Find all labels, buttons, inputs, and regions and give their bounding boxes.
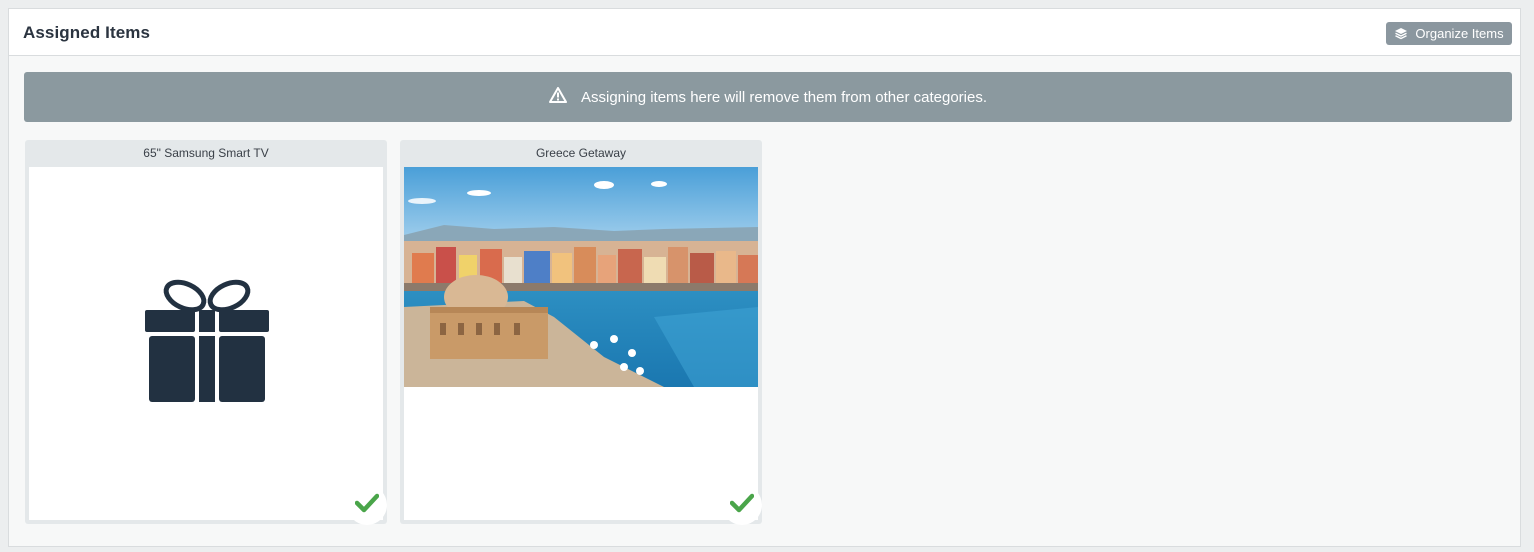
item-title: Greece Getaway <box>535 146 627 160</box>
item-title: 65" Samsung Smart TV <box>143 146 269 160</box>
alert-message: Assigning items here will remove them fr… <box>581 88 987 106</box>
panel-header: Assigned Items Organize Items <box>9 9 1520 56</box>
item-image-area <box>29 167 383 520</box>
warning-alert: Assigning items here will remove them fr… <box>24 72 1512 122</box>
gift-icon <box>145 279 269 410</box>
item-card[interactable]: Greece Getaway <box>400 140 762 525</box>
layers-icon <box>1394 27 1408 40</box>
assigned-check-badge <box>347 485 387 525</box>
item-image-area <box>404 167 758 520</box>
harbor-photo <box>404 167 758 387</box>
assigned-items-panel: Assigned Items Organize Items Assigning … <box>8 8 1521 547</box>
organize-items-button[interactable]: Organize Items <box>1386 22 1512 45</box>
warning-icon <box>549 87 567 107</box>
checkmark-icon <box>354 493 380 518</box>
item-card[interactable]: 65" Samsung Smart TV <box>25 140 387 525</box>
assigned-check-badge <box>722 485 762 525</box>
checkmark-icon <box>729 493 755 518</box>
page-title: Assigned Items <box>23 23 151 42</box>
organize-items-label: Organize Items <box>1415 26 1504 41</box>
